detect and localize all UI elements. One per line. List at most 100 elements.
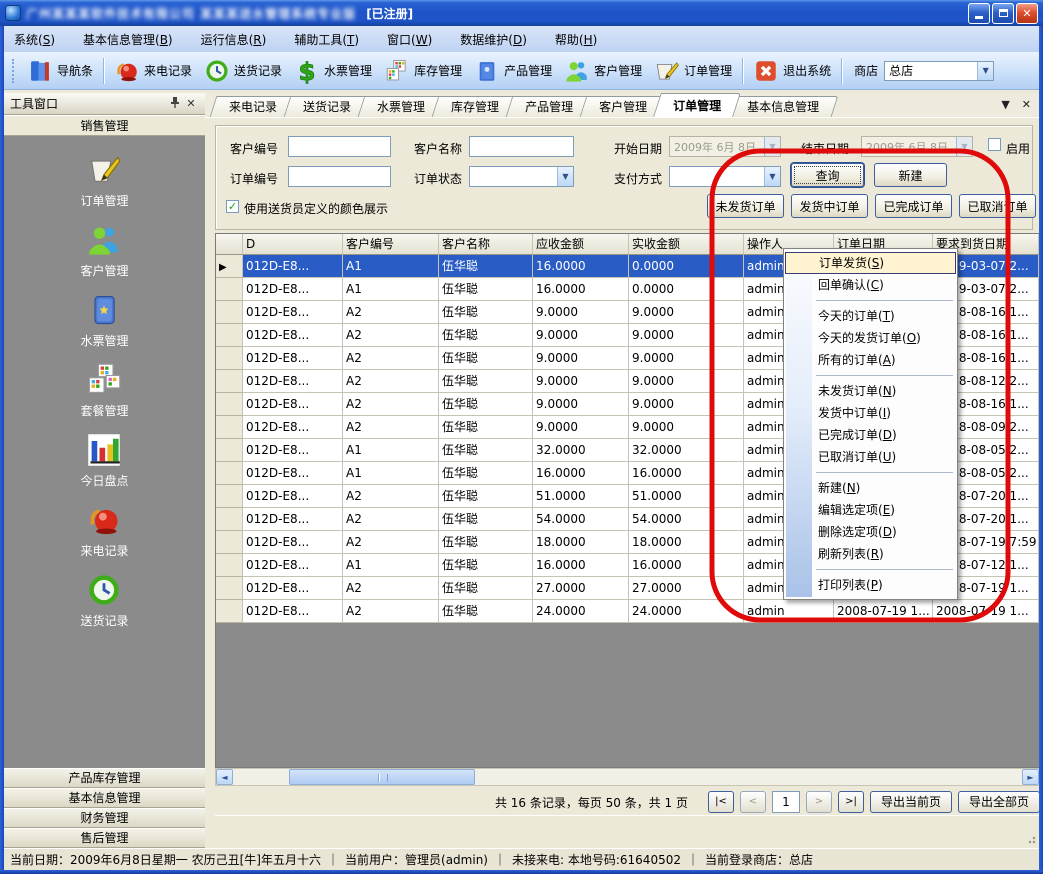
chevron-down-icon[interactable]: ▼	[764, 167, 780, 186]
pay-method-select[interactable]: ▼	[669, 166, 781, 187]
next-page-button[interactable]: >	[806, 791, 832, 813]
menubar-item[interactable]: 系统(S)	[14, 31, 55, 48]
start-date-picker[interactable]: 2009年 6月 8日 ▼	[669, 136, 781, 157]
scroll-left-icon[interactable]: ◄	[216, 769, 233, 785]
tab[interactable]: 客户管理	[583, 96, 663, 117]
tab[interactable]: 库存管理	[435, 96, 515, 117]
context-menu-item[interactable]: 打印列表(P)	[784, 574, 957, 596]
table-column-header[interactable]: 实收金额	[629, 234, 744, 255]
tab[interactable]: 水票管理	[361, 96, 441, 117]
close-button[interactable]: ✕	[1016, 3, 1038, 24]
menubar-item[interactable]: 帮助(H)	[555, 31, 597, 48]
toolbar-inventory-button[interactable]: 库存管理	[378, 55, 468, 87]
scrollbar-track[interactable]	[233, 769, 1022, 785]
page-number-input[interactable]: 1	[772, 791, 800, 813]
toolbar-order-button[interactable]: 订单管理	[648, 55, 738, 87]
table-column-header[interactable]: 应收金额	[533, 234, 629, 255]
last-page-button[interactable]: >|	[838, 791, 864, 813]
toolbar-exit-button[interactable]: 退出系统	[747, 55, 837, 87]
chevron-down-icon[interactable]: ▼	[956, 137, 972, 156]
sidebar-item-order-mgmt[interactable]: 订单管理	[80, 152, 128, 209]
menubar-item[interactable]: 数据维护(D)	[460, 31, 527, 48]
menubar-item[interactable]: 基本信息管理(B)	[83, 31, 173, 48]
context-menu-item[interactable]: 编辑选定项(E)	[784, 499, 957, 521]
tab-scroll-chevron-down-icon[interactable]: ▼	[1001, 98, 1009, 111]
sidebar-item-customer-mgmt[interactable]: 客户管理	[80, 222, 128, 279]
sidebar-item-delivery-log[interactable]: 送货记录	[80, 572, 128, 629]
sidebar-item-package-mgmt[interactable]: 套餐管理	[80, 362, 128, 419]
close-icon[interactable]: ✕	[183, 97, 199, 110]
context-menu-item[interactable]: 订单发货(S)	[785, 252, 956, 274]
tab[interactable]: 产品管理	[509, 96, 589, 117]
toolbar-customer-button[interactable]: 客户管理	[558, 55, 648, 87]
scrollbar-thumb[interactable]	[289, 769, 475, 785]
new-button[interactable]: 新建	[874, 163, 947, 187]
horizontal-scrollbar[interactable]: ◄ ►	[215, 768, 1040, 786]
context-menu-item[interactable]: 今天的发货订单(O)	[784, 327, 957, 349]
toolbar-delivery-log-button[interactable]: 送货记录	[198, 55, 288, 87]
menubar-item[interactable]: 运行信息(R)	[201, 31, 267, 48]
context-menu-item[interactable]: 新建(N)	[784, 477, 957, 499]
customer-name-input[interactable]	[469, 136, 574, 157]
query-button[interactable]: 查询	[791, 163, 864, 187]
context-menu-item[interactable]: 回单确认(C)	[784, 274, 957, 296]
sidebar-section-bar[interactable]: 财务管理	[4, 808, 205, 828]
table-row[interactable]: 012D-E8... A2 伍华聪 24.0000 24.0000 admin …	[216, 600, 1039, 623]
context-menu-item[interactable]: 刷新列表(R)	[784, 543, 957, 565]
enable-checkbox[interactable]	[988, 138, 1001, 151]
menubar-item[interactable]: 辅助工具(T)	[294, 31, 359, 48]
sidebar-section-sales[interactable]: 销售管理	[4, 115, 205, 136]
context-menu-item[interactable]: 发货中订单(I)	[784, 402, 957, 424]
tab[interactable]: 订单管理	[657, 93, 737, 117]
export-current-page-button[interactable]: 导出当前页	[870, 791, 952, 813]
tab[interactable]: 基本信息管理	[731, 96, 835, 117]
sidebar-section-bar[interactable]: 产品库存管理	[4, 768, 205, 788]
sidebar-item-call-log[interactable]: 来电记录	[80, 502, 128, 559]
customer-no-input[interactable]	[288, 136, 391, 157]
toolbar-navbar-button[interactable]: 导航条	[21, 55, 99, 87]
delivery-color-checkbox[interactable]: ✓	[226, 200, 239, 213]
tab[interactable]: 送货记录	[287, 96, 367, 117]
table-column-header[interactable]	[216, 234, 243, 255]
tab-close-icon[interactable]: ✕	[1022, 98, 1031, 111]
table-column-header[interactable]: 客户编号	[343, 234, 439, 255]
first-page-button[interactable]: |<	[708, 791, 734, 813]
menubar-item[interactable]: 窗口(W)	[387, 31, 432, 48]
context-menu-item[interactable]: 已完成订单(D)	[784, 424, 957, 446]
order-no-input[interactable]	[288, 166, 391, 187]
order-status-filter-button[interactable]: 发货中订单	[791, 194, 868, 218]
table-column-header[interactable]: D	[243, 234, 343, 255]
export-all-pages-button[interactable]: 导出全部页	[958, 791, 1040, 813]
context-menu-item[interactable]: 所有的订单(A)	[784, 349, 957, 371]
toolbar-product-button[interactable]: 产品管理	[468, 55, 558, 87]
maximize-button[interactable]	[992, 3, 1014, 24]
table-column-header[interactable]: 客户名称	[439, 234, 533, 255]
sidebar-section-bar[interactable]: 基本信息管理	[4, 788, 205, 808]
order-status-select[interactable]: ▼	[469, 166, 574, 187]
chevron-down-icon[interactable]: ▼	[557, 167, 573, 186]
resize-grip[interactable]	[1028, 834, 1038, 844]
tab[interactable]: 来电记录	[213, 96, 293, 117]
toolbar-call-log-button[interactable]: 来电记录	[108, 55, 198, 87]
prev-page-button[interactable]: <	[740, 791, 766, 813]
toolbar-grip[interactable]	[12, 59, 17, 83]
sidebar-section-bar[interactable]: 售后管理	[4, 828, 205, 848]
context-menu-item[interactable]: 删除选定项(D)	[784, 521, 957, 543]
end-date-picker[interactable]: 2009年 6月 8日 ▼	[861, 136, 973, 157]
order-pen-icon	[654, 58, 680, 84]
context-menu-item[interactable]: 今天的订单(T)	[784, 305, 957, 327]
order-status-filter-button[interactable]: 已完成订单	[875, 194, 952, 218]
context-menu-item[interactable]: 已取消订单(U)	[784, 446, 957, 468]
chevron-down-icon[interactable]: ▼	[977, 62, 993, 80]
order-status-filter-button[interactable]: 已取消订单	[959, 194, 1036, 218]
toolbar-water-ticket-button[interactable]: $ 水票管理	[288, 55, 378, 87]
context-menu-item[interactable]: 未发货订单(N)	[784, 380, 957, 402]
scroll-right-icon[interactable]: ►	[1022, 769, 1039, 785]
chevron-down-icon[interactable]: ▼	[764, 137, 780, 156]
minimize-button[interactable]	[968, 3, 990, 24]
sidebar-item-water-ticket-mgmt[interactable]: 水票管理	[80, 292, 128, 349]
order-status-filter-button[interactable]: 未发货订单	[707, 194, 784, 218]
pin-icon[interactable]	[167, 96, 183, 111]
sidebar-item-today-stocktake[interactable]: 今日盘点	[80, 432, 128, 489]
shop-select[interactable]: 总店 ▼	[884, 61, 994, 81]
